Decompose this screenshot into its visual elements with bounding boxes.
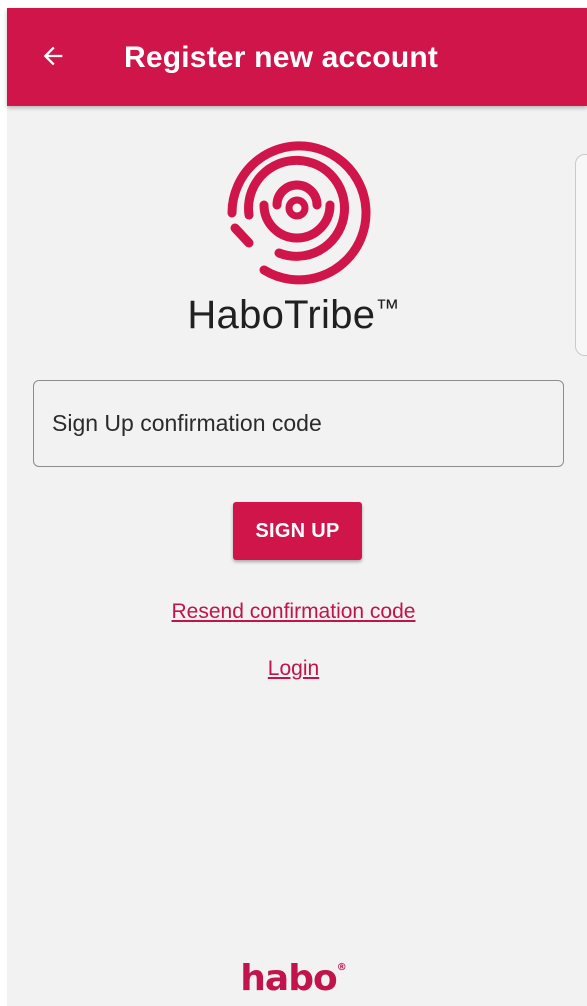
arrow-left-icon (43, 46, 63, 66)
status-area (0, 0, 587, 8)
back-button[interactable] (35, 38, 71, 74)
brand-name-text: HaboTribe (187, 293, 376, 337)
side-drawer-handle[interactable] (575, 154, 587, 356)
sign-up-button[interactable]: SIGN UP (233, 502, 362, 560)
resend-code-link[interactable]: Resend confirmation code (0, 600, 587, 624)
habo-footer-logo: habo® (0, 958, 587, 999)
habotribe-logo-icon (227, 141, 371, 285)
brand-name: HaboTribe™ (0, 293, 587, 338)
login-link[interactable]: Login (0, 657, 587, 681)
registered-mark: ® (336, 962, 347, 973)
page-title: Register new account (124, 41, 439, 74)
confirmation-code-input[interactable] (33, 380, 564, 467)
app-bar: Register new account (7, 8, 587, 106)
footer-logo-text: habo (240, 958, 337, 999)
trademark-symbol: ™ (375, 295, 400, 322)
